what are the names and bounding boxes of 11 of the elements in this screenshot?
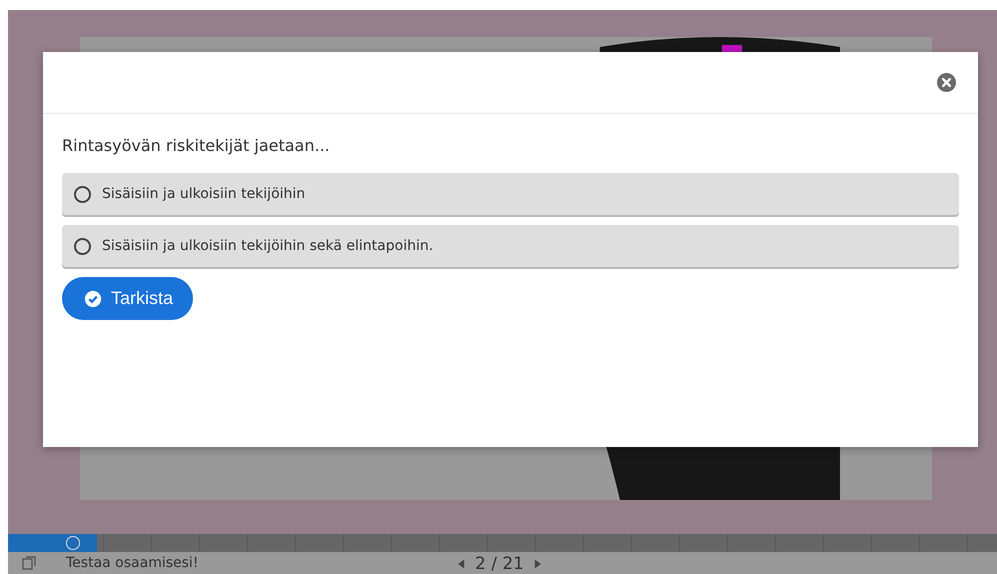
slide-title: Testaa osaamisesi! xyxy=(66,554,198,571)
answer-option[interactable]: Sisäisiin ja ulkoisiin tekijöihin sekä elintapoihin. xyxy=(62,225,959,267)
check-icon xyxy=(84,290,102,308)
question-text: Rintasyövän riskitekijät jaetaan... xyxy=(62,136,331,155)
previous-icon[interactable] xyxy=(458,559,465,570)
check-button[interactable]: Tarkista xyxy=(62,277,194,320)
close-icon[interactable] xyxy=(937,73,956,92)
page-counter: 2 / 21 xyxy=(475,554,524,574)
answer-option[interactable]: Sisäisiin ja ulkoisiin tekijöihin xyxy=(62,173,959,215)
next-icon[interactable] xyxy=(534,559,541,570)
pages-icon[interactable] xyxy=(22,556,36,570)
